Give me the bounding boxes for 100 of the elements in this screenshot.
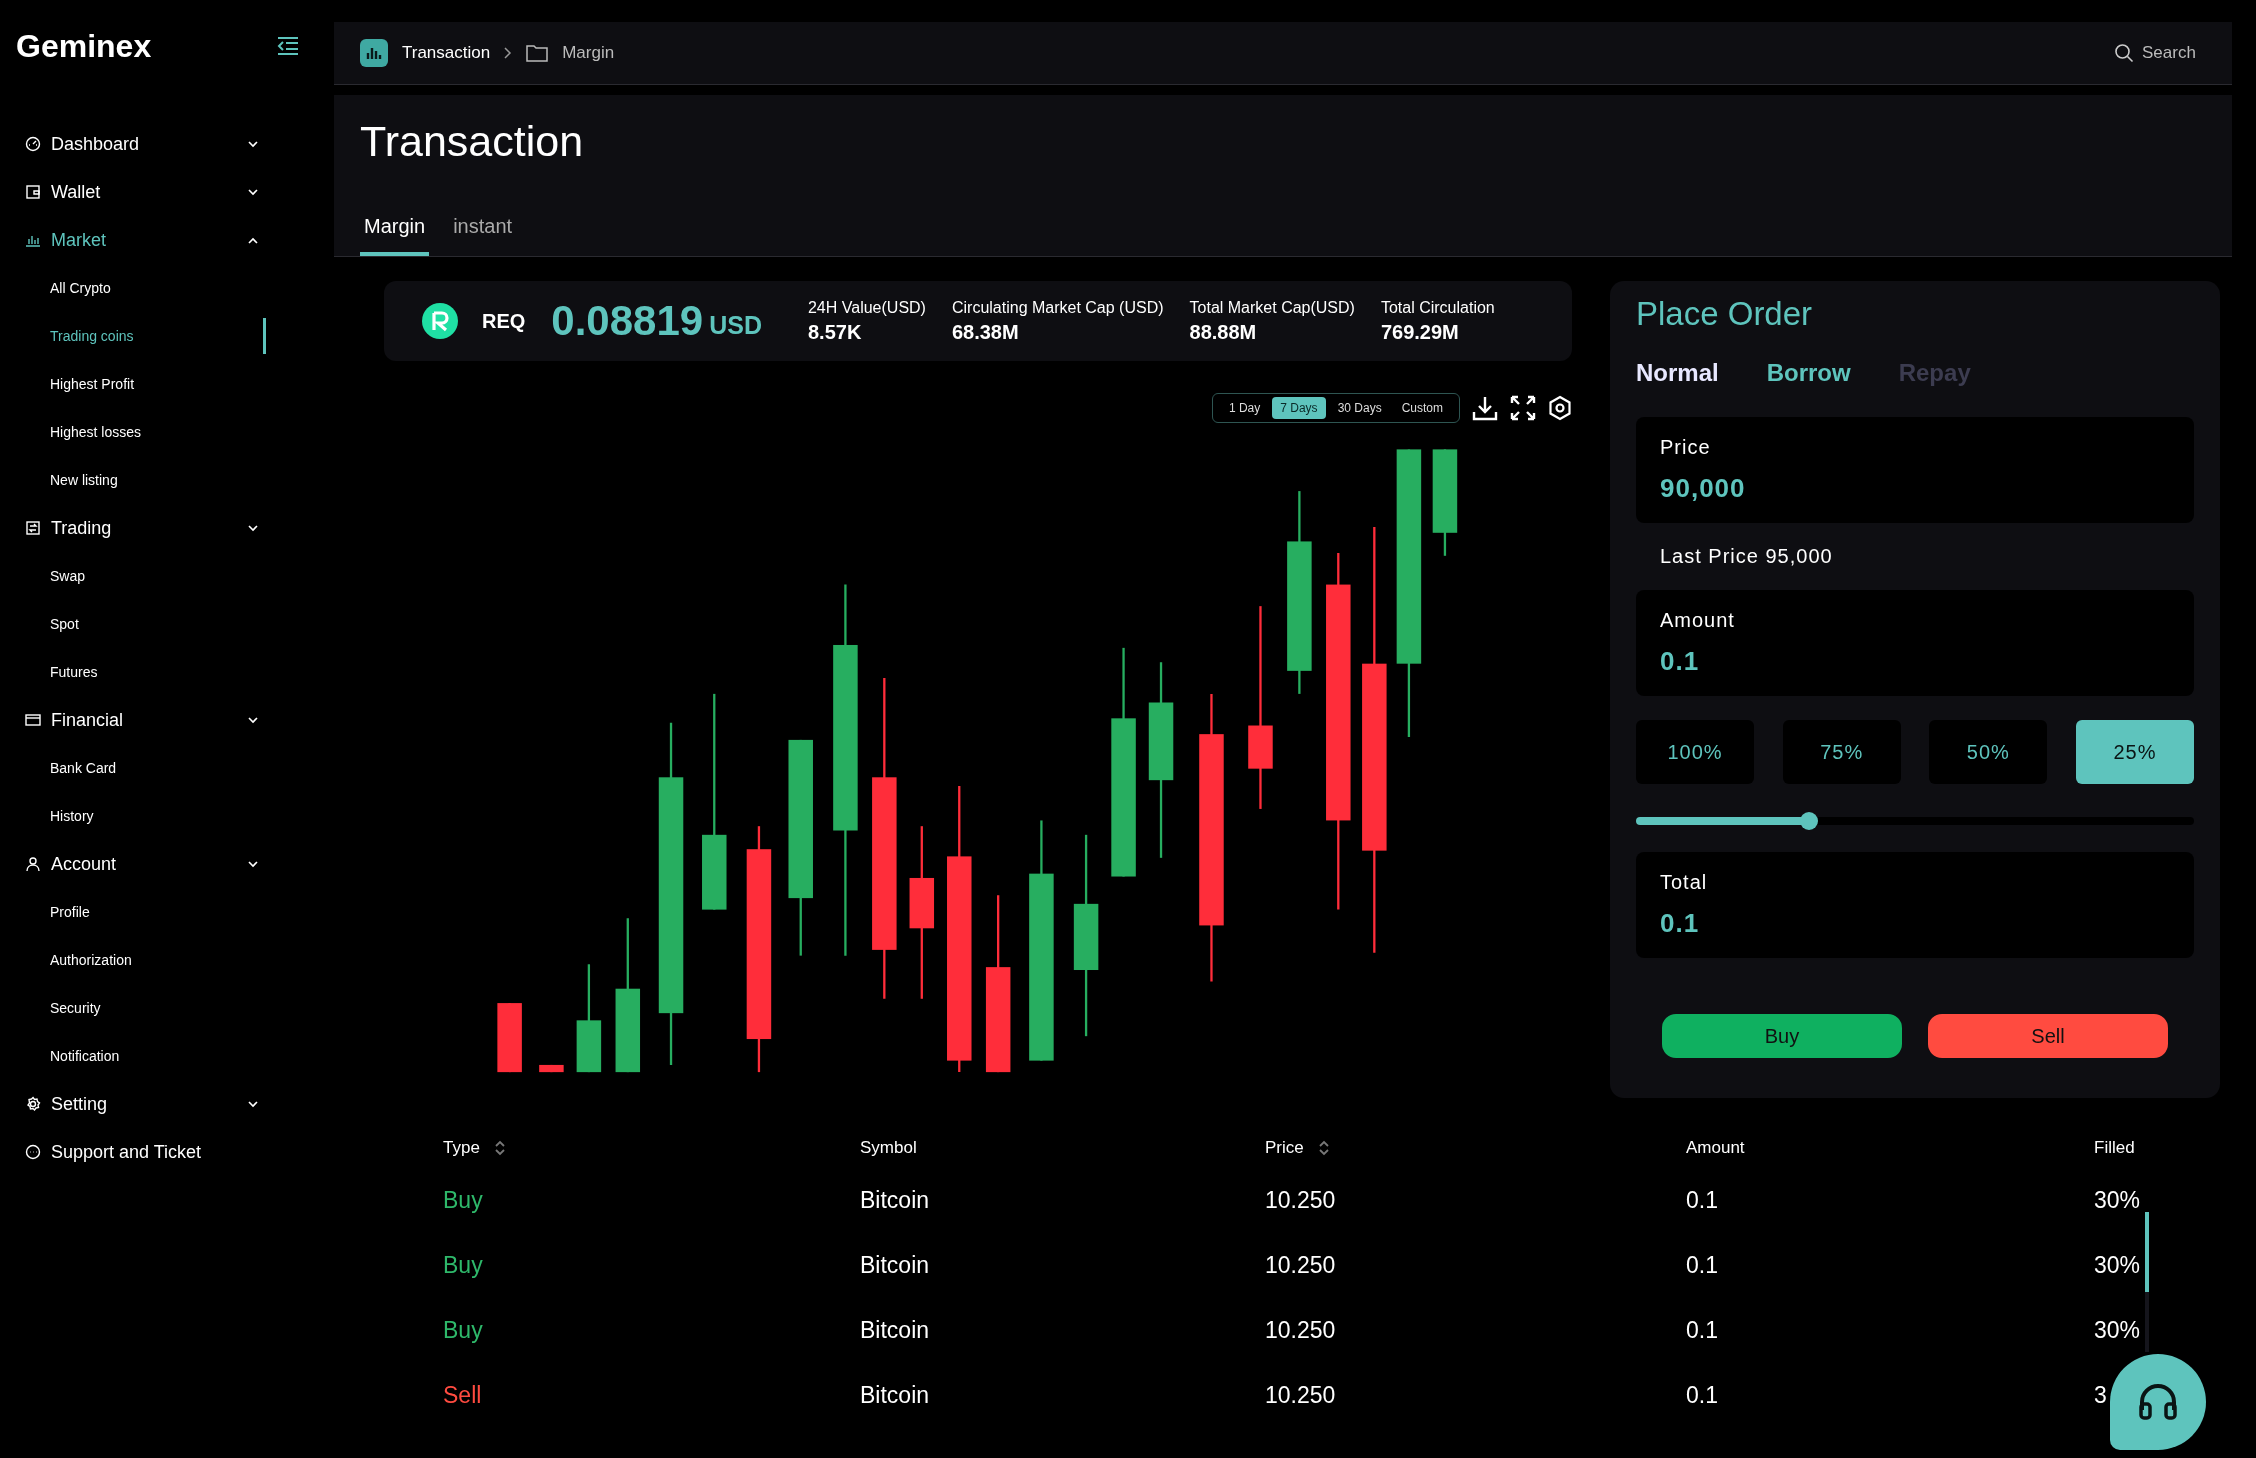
buy-button[interactable]: Buy (1662, 1014, 1902, 1058)
range-option[interactable]: 1 Day (1220, 397, 1269, 419)
sort-icon[interactable] (1317, 1139, 1330, 1157)
range-option[interactable]: Custom (1393, 397, 1451, 419)
column-header[interactable]: Symbol (860, 1138, 917, 1158)
order-mode-tab[interactable]: Normal (1636, 359, 1719, 387)
stat-value: 769.29M (1380, 320, 1460, 344)
percent-button[interactable]: 25% (2075, 720, 2194, 784)
coin-price: 0.08819 (551, 297, 704, 345)
slider-thumb[interactable] (1799, 812, 1818, 830)
settings-icon[interactable] (1548, 395, 1572, 421)
gear-icon (25, 1096, 41, 1112)
table-cell: 30% (2094, 1187, 2141, 1213)
sidebar-subitem[interactable]: Bank Card (16, 744, 316, 792)
exchange-icon (25, 520, 41, 536)
sidebar-item[interactable]: Market (16, 216, 316, 264)
search-icon (2114, 43, 2134, 63)
sidebar-subitem[interactable]: Spot (16, 600, 316, 648)
sidebar-subitem[interactable]: Security (16, 984, 316, 1032)
sidebar-subitem[interactable]: Futures (16, 648, 316, 696)
sidebar-subitem[interactable]: Notification (16, 1032, 316, 1080)
sidebar-subitem[interactable]: Trading coins (16, 312, 316, 360)
scrollbar[interactable] (2145, 1212, 2149, 1352)
sell-button[interactable]: Sell (1928, 1014, 2168, 1058)
table-cell: 10.250 (1265, 1382, 1336, 1408)
column-header[interactable]: Amount (1686, 1138, 1745, 1158)
user-icon (25, 856, 41, 872)
table-cell: 10.250 (1265, 1187, 1336, 1213)
last-price-text: Last Price 95,000 (1659, 544, 1834, 569)
type-cell: Buy (443, 1317, 483, 1343)
sidebar-item[interactable]: Trading (16, 504, 316, 552)
sidebar-subitem[interactable]: New listing (16, 456, 316, 504)
amount-field[interactable]: Amount 0.1 (1636, 590, 2194, 696)
currency-label: USD (709, 310, 762, 340)
total-field[interactable]: Total 0.1 (1636, 852, 2194, 958)
breadcrumb-link[interactable]: Margin (562, 43, 615, 63)
stat-label: 24H Value(USD) (807, 298, 926, 317)
percent-button[interactable]: 100% (1636, 720, 1754, 784)
table-cell: 30% (2094, 1252, 2141, 1278)
table-cell: 3 (2094, 1382, 2107, 1408)
sidebar-subitem[interactable]: Profile (16, 888, 316, 936)
table-cell: Bitcoin (860, 1252, 930, 1278)
price-field[interactable]: Price 90,000 (1636, 417, 2194, 523)
range-option[interactable]: 30 Days (1329, 397, 1390, 419)
table-cell: Bitcoin (860, 1382, 930, 1408)
chevron-right-icon (504, 47, 513, 59)
chat-icon (25, 1144, 41, 1160)
candle (497, 1003, 522, 1073)
sidebar-subitem[interactable]: All Crypto (16, 264, 316, 312)
sidebar-subitem[interactable]: Highest Profit (16, 360, 316, 408)
table-cell: 30% (2094, 1317, 2141, 1343)
sidebar-subitem[interactable]: Highest losses (16, 408, 316, 456)
sort-icon[interactable] (493, 1139, 506, 1157)
table-cell: 10.250 (1265, 1252, 1336, 1278)
headset-icon (2136, 1382, 2180, 1422)
table-cell: Bitcoin (860, 1187, 930, 1213)
table-cell: 0.1 (1686, 1382, 1718, 1408)
coin-icon (422, 303, 458, 339)
stat-label: Circulating Market Cap (USD) (951, 298, 1164, 317)
stat-value: 88.88M (1189, 320, 1258, 344)
type-cell: Buy (443, 1187, 483, 1213)
amount-slider[interactable] (1636, 812, 2194, 830)
type-cell: Sell (443, 1382, 482, 1408)
table-cell: 0.1 (1686, 1252, 1718, 1278)
sidebar-item[interactable]: Dashboard (16, 120, 316, 168)
order-mode-tab[interactable]: Borrow (1766, 359, 1851, 387)
candle (539, 1064, 564, 1073)
search-field[interactable]: Search (2140, 42, 2206, 64)
percent-button[interactable]: 50% (1929, 720, 2048, 784)
tab[interactable]: Margin (360, 207, 430, 256)
sidebar-item[interactable]: Support and Ticket (16, 1128, 316, 1176)
percent-button[interactable]: 75% (1782, 720, 1901, 784)
sidebar-subitem[interactable]: Swap (16, 552, 316, 600)
sidebar-item[interactable]: Financial (16, 696, 316, 744)
type-cell: Buy (443, 1252, 483, 1278)
sidebar-subitem[interactable]: Authorization (16, 936, 316, 984)
fullscreen-icon[interactable] (1510, 395, 1536, 421)
breadcrumb-link[interactable]: Transaction (402, 43, 491, 63)
card-icon (25, 712, 41, 728)
tab[interactable]: instant (449, 207, 517, 256)
sidebar-item[interactable]: Setting (16, 1080, 316, 1128)
coin-symbol: REQ (482, 309, 526, 333)
selection-indicator (263, 318, 266, 354)
wallet-icon (25, 184, 41, 200)
table-cell: 0.1 (1686, 1187, 1718, 1213)
range-option[interactable]: 7 Days (1272, 397, 1326, 419)
panel-title: Place Order (1636, 295, 1814, 333)
column-header[interactable]: Price (1265, 1138, 1330, 1158)
sidebar-item[interactable]: Account (16, 840, 316, 888)
table-cell: 10.250 (1265, 1317, 1336, 1343)
download-icon[interactable] (1472, 395, 1498, 421)
page-title: Transaction (360, 116, 585, 167)
folder-icon (526, 44, 549, 62)
dashboard-icon (25, 136, 41, 152)
menu-icon[interactable] (276, 36, 300, 56)
column-header[interactable]: Type (443, 1138, 506, 1158)
sidebar-subitem[interactable]: History (16, 792, 316, 840)
column-header[interactable]: Filled (2094, 1138, 2135, 1158)
app-logo: Geminex (16, 27, 152, 65)
sidebar-item[interactable]: Wallet (16, 168, 316, 216)
